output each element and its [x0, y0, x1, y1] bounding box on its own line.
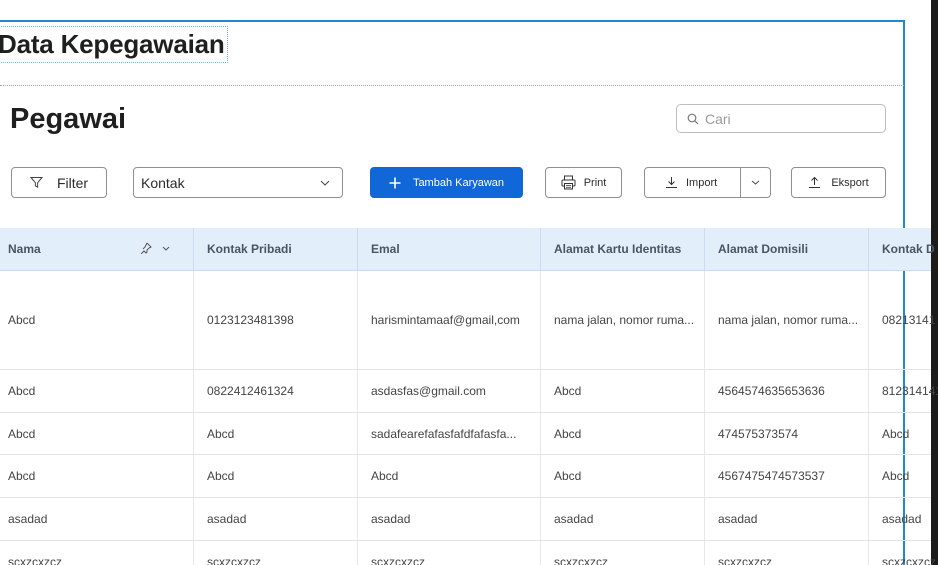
print-label: Print — [583, 176, 607, 189]
table-cell: 0123123481398 — [193, 271, 357, 369]
table-cell: sadafearefafasfafdfafasfa... — [357, 413, 540, 454]
table-cell: scxzcxzcz — [357, 541, 540, 565]
table-cell: Abcd — [193, 413, 357, 454]
page-title: Pegawai — [10, 103, 127, 135]
table-row[interactable]: Abcd Abcd Abcd Abcd 4567475474573537 Abc… — [0, 455, 931, 498]
table-cell: Abcd — [868, 413, 938, 454]
table-cell: scxzcxzcz — [193, 541, 357, 565]
column-header-kontak-pribadi[interactable]: Kontak Pribadi — [193, 228, 357, 270]
import-button[interactable]: Import — [644, 167, 771, 198]
table-row[interactable]: Abcd 0822412461324 asdasfas@gmail.com Ab… — [0, 370, 938, 413]
table-header: Nama Kontak Pribadi Emal Alamat Kartu Id… — [0, 228, 935, 271]
table-cell: Abcd — [193, 455, 357, 497]
table-cell: Abcd — [868, 455, 938, 497]
table-cell: asadad — [8, 512, 48, 526]
export-button[interactable]: Eksport — [791, 167, 886, 198]
table-cell: 8123141414 — [868, 370, 938, 412]
table-cell: asadad — [357, 498, 540, 540]
export-label: Eksport — [831, 176, 869, 189]
printer-icon — [561, 175, 576, 190]
table-cell: 08213141 — [868, 271, 938, 369]
filter-icon — [29, 177, 43, 189]
plus-icon — [389, 177, 401, 188]
table-cell: Abcd — [540, 370, 704, 412]
column-header-actions — [140, 242, 170, 254]
import-dropdown-toggle[interactable] — [741, 168, 770, 197]
table-cell: asadad — [704, 498, 868, 540]
table-cell: 0822412461324 — [193, 370, 357, 412]
select-value: Kontak — [141, 174, 185, 191]
chevron-down-icon — [320, 180, 330, 186]
table-cell: nama jalan, nomor ruma... — [540, 271, 704, 369]
table-cell: 474575373574 — [704, 413, 868, 454]
add-employee-button[interactable]: Tambah Karyawan — [370, 167, 523, 198]
table-cell: Abcd — [540, 413, 704, 454]
search-input[interactable]: Cari — [676, 104, 886, 133]
table-row[interactable]: Abcd Abcd sadafearefafasfafdfafasfa... A… — [0, 413, 931, 455]
table-cell: Abcd — [540, 455, 704, 497]
table-cell: asadad — [193, 498, 357, 540]
column-header-alamat-domisili[interactable]: Alamat Domisili — [704, 228, 868, 270]
table-cell: scxzcxzcz — [868, 541, 938, 565]
column-header-alamat-kartu-identitas[interactable]: Alamat Kartu Identitas — [540, 228, 704, 270]
table-cell: asadad — [540, 498, 704, 540]
table-row[interactable]: asadad asadad asadad asadad asadad asada… — [0, 498, 931, 541]
table-cell: 4567475474573537 — [704, 455, 868, 497]
table-cell: Abcd — [8, 384, 36, 398]
add-employee-label: Tambah Karyawan — [412, 176, 505, 189]
chevron-down-icon[interactable] — [162, 246, 170, 251]
table-cell: scxzcxzcz — [8, 555, 62, 565]
table-cell: harismintamaaf@gmail,com — [357, 271, 540, 369]
download-icon — [666, 177, 677, 188]
print-button[interactable]: Print — [545, 167, 622, 198]
chevron-down-icon — [751, 180, 760, 185]
table-cell: scxzcxzcz — [704, 541, 868, 565]
table-cell: Abcd — [357, 455, 540, 497]
pin-icon[interactable] — [140, 242, 152, 254]
table-cell: nama jalan, nomor ruma... — [704, 271, 868, 369]
table-row[interactable]: scxzcxzcz scxzcxzcz scxzcxzcz scxzcxzcz … — [0, 541, 936, 565]
section-title: Data Kepegawaian — [0, 26, 228, 63]
table-cell: Abcd — [8, 313, 36, 327]
table-row[interactable]: Abcd 0123123481398 harismintamaaf@gmail,… — [0, 271, 935, 370]
table-cell: Abcd — [8, 469, 36, 483]
filter-button[interactable]: Filter — [11, 167, 107, 198]
table-cell: asadad — [868, 498, 938, 540]
section-divider — [0, 85, 904, 86]
search-placeholder: Cari — [705, 110, 731, 127]
table-cell: 4564574635653636 — [704, 370, 868, 412]
column-group-select[interactable]: Kontak — [133, 167, 343, 198]
upload-icon — [809, 176, 821, 188]
table-cell: Abcd — [8, 426, 36, 441]
import-label: Import — [686, 176, 718, 189]
table-cell: scxzcxzcz — [540, 541, 704, 565]
search-icon — [687, 113, 699, 124]
import-main-action[interactable]: Import — [645, 168, 741, 197]
selection-guide-top — [0, 20, 904, 22]
filter-label: Filter — [56, 174, 89, 191]
table-cell: asdasfas@gmail.com — [357, 370, 540, 412]
column-header-kontak-darurat[interactable]: Kontak D — [868, 228, 938, 270]
column-header-email[interactable]: Emal — [357, 228, 540, 270]
